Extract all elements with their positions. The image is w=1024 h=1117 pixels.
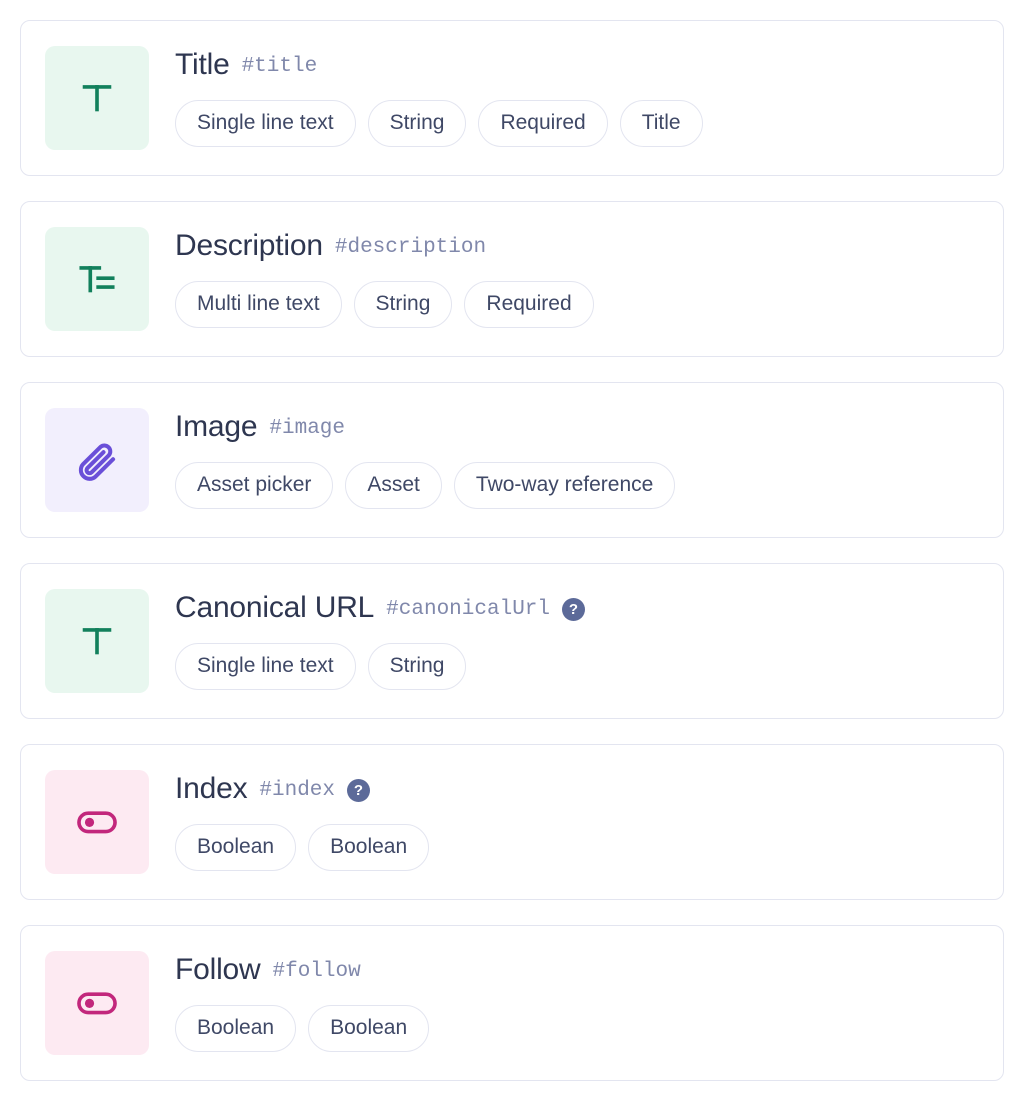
field-card[interactable]: Description #description Multi line text St… bbox=[20, 201, 1004, 357]
field-tag: Asset bbox=[345, 462, 442, 509]
field-id: #canonicalUrl bbox=[386, 597, 550, 622]
field-card[interactable]: Follow #follow Boolean Boolean bbox=[20, 925, 1004, 1081]
field-card[interactable]: Canonical URL #canonicalUrl? Single line t… bbox=[20, 563, 1004, 719]
field-header: Index #index? bbox=[175, 772, 979, 806]
field-tag-list: Single line text StringRequired Title bbox=[175, 100, 979, 147]
field-header: Image #image bbox=[175, 410, 979, 444]
field-tag: String bbox=[354, 281, 453, 328]
field-header: Follow #follow bbox=[175, 953, 979, 987]
field-tag-list: Single line text String bbox=[175, 643, 979, 690]
field-tag: Boolean bbox=[175, 1005, 296, 1052]
help-icon[interactable]: ? bbox=[347, 779, 370, 802]
field-id: #follow bbox=[273, 959, 361, 984]
field-id: #index bbox=[259, 778, 335, 803]
field-tag: Single line text bbox=[175, 643, 356, 690]
toggle-switch-icon bbox=[45, 951, 149, 1055]
field-header: Description #description bbox=[175, 229, 979, 263]
field-tag: Two-way reference bbox=[454, 462, 675, 509]
field-tag: String bbox=[368, 643, 467, 690]
field-list: Title#titleSingle line textStringRequire… bbox=[0, 0, 1024, 1103]
field-tag: Asset picker bbox=[175, 462, 333, 509]
paperclip-icon bbox=[45, 408, 149, 512]
field-body: Image #image Asset picker Asset Two-way refe… bbox=[175, 408, 979, 509]
single-line-text-icon bbox=[45, 589, 149, 693]
field-tag-list: Boolean Boolean bbox=[175, 1005, 979, 1052]
field-card[interactable]: Index #index? Boolean Boolean bbox=[20, 744, 1004, 900]
field-header: Canonical URL #canonicalUrl? bbox=[175, 591, 979, 625]
field-header: Title #title bbox=[175, 48, 979, 82]
field-body: Follow #follow Boolean Boolean bbox=[175, 951, 979, 1052]
field-title: Title bbox=[175, 48, 230, 82]
field-tag-list: Multi line text StringRequired bbox=[175, 281, 979, 328]
field-card[interactable]: Image #image Asset picker Asset Two-way refe… bbox=[20, 382, 1004, 538]
field-body: Title #title Single line text StringRequire… bbox=[175, 46, 979, 147]
field-tag-list: Boolean Boolean bbox=[175, 824, 979, 871]
field-body: Index #index? Boolean Boolean bbox=[175, 770, 979, 871]
field-body: Description #description Multi line text St… bbox=[175, 227, 979, 328]
toggle-switch-icon bbox=[45, 770, 149, 874]
field-tag: Boolean bbox=[175, 824, 296, 871]
field-tag: Boolean bbox=[308, 1005, 429, 1052]
field-title: Image bbox=[175, 410, 257, 444]
field-tag: Boolean bbox=[308, 824, 429, 871]
field-tag: String bbox=[368, 100, 467, 147]
field-id: #image bbox=[269, 416, 345, 441]
field-id: #title bbox=[242, 54, 318, 79]
field-tag: Title bbox=[620, 100, 703, 147]
field-body: Canonical URL #canonicalUrl? Single line t… bbox=[175, 589, 979, 690]
help-icon[interactable]: ? bbox=[562, 598, 585, 621]
field-title: Follow bbox=[175, 953, 261, 987]
field-card[interactable]: Title #title Single line text StringRequire… bbox=[20, 20, 1004, 176]
field-title: Canonical URL bbox=[175, 591, 374, 625]
multi-line-text-icon bbox=[45, 227, 149, 331]
field-tag: Required bbox=[464, 281, 593, 328]
field-tag: Single line text bbox=[175, 100, 356, 147]
field-id: #description bbox=[335, 235, 486, 260]
field-tag: Multi line text bbox=[175, 281, 342, 328]
field-title: Index bbox=[175, 772, 247, 806]
field-title: Description bbox=[175, 229, 323, 263]
field-tag: Required bbox=[478, 100, 607, 147]
field-tag-list: Asset picker Asset Two-way reference bbox=[175, 462, 979, 509]
single-line-text-icon bbox=[45, 46, 149, 150]
